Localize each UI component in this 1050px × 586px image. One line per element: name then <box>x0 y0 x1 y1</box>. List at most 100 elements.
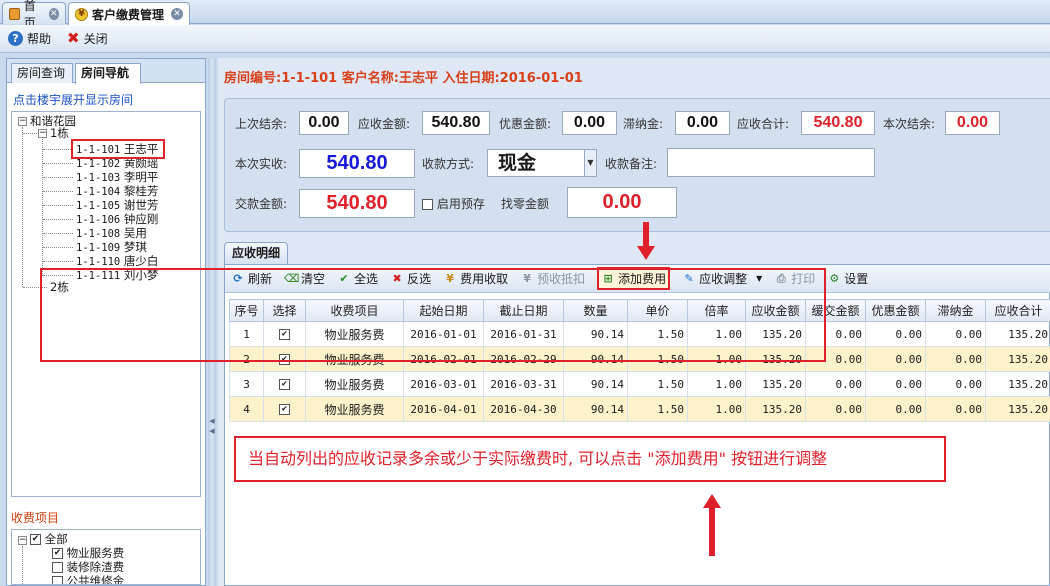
row-select[interactable]: ✔ <box>263 396 306 422</box>
print-button[interactable]: ⎙ 打印 <box>774 270 815 287</box>
checkbox-checked-icon[interactable]: ✔ <box>279 354 290 365</box>
close-label: 关闭 <box>83 32 108 46</box>
fee-item[interactable]: ✔ 物业服务费 <box>52 547 124 560</box>
refresh-button[interactable]: ⟳ 刷新 <box>231 270 272 287</box>
left-tab-bar: 房间查询 房间导航 <box>7 59 205 84</box>
column-header[interactable]: 应收合计 <box>985 299 1050 322</box>
checkbox-checked-icon[interactable]: ✔ <box>279 379 290 390</box>
quantity-cell: 90.14 <box>563 371 628 397</box>
collapse-toggle-icon[interactable]: − <box>18 536 27 545</box>
start-date-cell: 2016-04-01 <box>403 396 484 422</box>
unit-price-cell: 1.50 <box>627 396 688 422</box>
check-icon: ✔ <box>339 271 349 285</box>
tree-node-room[interactable]: 1-1-104 黎桂芳 <box>76 185 158 199</box>
tree-node-building-2[interactable]: 2栋 <box>50 281 69 294</box>
tree-node-room[interactable]: 1-1-110 唐少白 <box>76 255 158 269</box>
tree-node-room[interactable]: 1-1-105 谢世芳 <box>76 199 158 213</box>
tab-receivable-detail[interactable]: 应收明细 <box>224 242 288 264</box>
column-header[interactable]: 数量 <box>563 299 628 322</box>
fee-item-cell: 物业服务费 <box>305 321 404 347</box>
close-button[interactable]: ✖ 关闭 <box>67 30 108 47</box>
selected-room-highlight <box>71 139 165 159</box>
column-header[interactable]: 倍率 <box>687 299 746 322</box>
close-tab-icon[interactable]: ✕ <box>48 7 59 20</box>
room-info: 房间编号:1-1-101 客户名称:王志平 入住日期:2016-01-01 <box>224 71 583 86</box>
checkbox-icon[interactable] <box>52 562 63 573</box>
tab-room-nav[interactable]: 房间导航 <box>75 63 141 84</box>
money-disabled-icon: ¥ <box>523 271 531 285</box>
arrow-up-icon <box>703 494 721 556</box>
checkbox-checked-icon[interactable]: ✔ <box>52 548 63 559</box>
payment-method-select[interactable]: 现金 ▼ <box>487 149 597 177</box>
receivable-cell: 135.20 <box>745 396 806 422</box>
late-fee-field[interactable]: 0.00 <box>675 111 730 135</box>
settings-button[interactable]: ⚙ 设置 <box>827 270 868 287</box>
arrow-down-icon <box>637 222 655 260</box>
change-field[interactable]: 0.00 <box>567 187 677 218</box>
checkbox-icon[interactable] <box>52 576 63 584</box>
checkbox-checked-icon[interactable]: ✔ <box>279 404 290 415</box>
discount-cell: 0.00 <box>865 371 926 397</box>
remark-input[interactable] <box>667 148 875 177</box>
row-number: 2 <box>229 346 264 372</box>
prepay-option[interactable]: 启用预存 <box>422 195 485 212</box>
clear-button[interactable]: ⌫ 清空 <box>284 270 325 287</box>
row-select[interactable]: ✔ <box>263 346 306 372</box>
last-balance-field[interactable]: 0.00 <box>299 111 349 135</box>
select-all-button[interactable]: ✔ 全选 <box>337 270 378 287</box>
tree-node-room[interactable]: 1-1-103 李明平 <box>76 171 158 185</box>
paid-field[interactable]: 540.80 <box>299 189 415 218</box>
column-header[interactable]: 应收金额 <box>745 299 806 322</box>
this-balance-field[interactable]: 0.00 <box>945 111 1000 135</box>
checkbox-checked-icon[interactable]: ✔ <box>279 329 290 340</box>
panel-splitter[interactable]: ◀ ◀ <box>208 58 216 586</box>
actual-field[interactable]: 540.80 <box>299 149 415 178</box>
tab-customer-fee[interactable]: ¥ 客户缴费管理 ✕ <box>68 2 190 25</box>
table-row[interactable]: 4 ✔ 物业服务费 2016-04-01 2016-04-30 90.14 1.… <box>229 396 1050 422</box>
column-header[interactable]: 单价 <box>627 299 688 322</box>
help-button[interactable]: ? 帮助 <box>8 30 51 47</box>
last-balance-label: 上次结余: <box>235 117 288 131</box>
checkbox-icon[interactable] <box>422 199 433 210</box>
grid-header: 序号 选择 收费项目 起始日期 截止日期 数量 单价 倍率 应收金额 缓交金额 … <box>229 299 1050 322</box>
collapse-toggle-icon[interactable]: − <box>38 129 47 138</box>
fee-item[interactable]: 装修除渣费 <box>52 561 124 574</box>
receivable-field[interactable]: 540.80 <box>422 111 490 135</box>
tree-node-room[interactable]: 1-1-106 钟应刚 <box>76 213 158 227</box>
adjust-receivable-button[interactable]: ✎ 应收调整 ▼ <box>682 270 763 287</box>
row-select[interactable]: ✔ <box>263 321 306 347</box>
tree-node-room[interactable]: 1-1-102 黄颇瑶 <box>76 157 158 171</box>
tree-node-room[interactable]: 1-1-108 吴用 <box>76 227 147 241</box>
column-header[interactable]: 缓交金额 <box>805 299 866 322</box>
row-select[interactable]: ✔ <box>263 371 306 397</box>
tree-node-building-1[interactable]: 1栋 <box>50 127 69 140</box>
close-tab-icon[interactable]: ✕ <box>171 8 183 20</box>
add-fee-button[interactable]: ⊞ 添加费用 <box>597 267 671 290</box>
column-header[interactable]: 截止日期 <box>483 299 564 322</box>
invert-selection-button[interactable]: ✖ 反选 <box>390 270 431 287</box>
column-header[interactable]: 选择 <box>263 299 306 322</box>
discount-field[interactable]: 0.00 <box>562 111 617 135</box>
column-header[interactable]: 收费项目 <box>305 299 404 322</box>
column-header[interactable]: 序号 <box>229 299 264 322</box>
collapse-toggle-icon[interactable]: − <box>18 117 27 126</box>
tab-room-query[interactable]: 房间查询 <box>11 63 73 83</box>
splitter-grip-icon[interactable]: ◀ ◀ <box>209 416 215 456</box>
dropdown-arrow-icon[interactable]: ▼ <box>584 150 596 176</box>
tree-node-room[interactable]: 1-1-111 刘小梦 <box>76 269 158 283</box>
checkbox-checked-icon[interactable]: ✔ <box>30 534 41 545</box>
collect-fee-button[interactable]: ¥ 费用收取 <box>443 270 508 287</box>
column-header[interactable]: 滞纳金 <box>925 299 986 322</box>
tab-home[interactable]: 首页 ✕ <box>2 0 66 30</box>
fee-item-all[interactable]: ✔ 全部 <box>30 533 68 546</box>
table-row[interactable]: 3 ✔ 物业服务费 2016-03-01 2016-03-31 90.14 1.… <box>229 371 1050 397</box>
total-field[interactable]: 540.80 <box>801 111 875 135</box>
column-header[interactable]: 起始日期 <box>403 299 484 322</box>
table-row[interactable]: 1 ✔ 物业服务费 2016-01-01 2016-01-31 90.14 1.… <box>229 321 1050 347</box>
column-header[interactable]: 优惠金额 <box>865 299 926 322</box>
fee-item[interactable]: 公共维修金 <box>52 575 124 584</box>
prepaid-deduct-button[interactable]: ¥ 预收抵扣 <box>520 270 585 287</box>
tree-node-room[interactable]: 1-1-109 梦琪 <box>76 241 147 255</box>
table-row[interactable]: 2 ✔ 物业服务费 2016-02-01 2016-02-29 90.14 1.… <box>229 346 1050 372</box>
dropdown-arrow-icon[interactable]: ▼ <box>756 274 762 283</box>
